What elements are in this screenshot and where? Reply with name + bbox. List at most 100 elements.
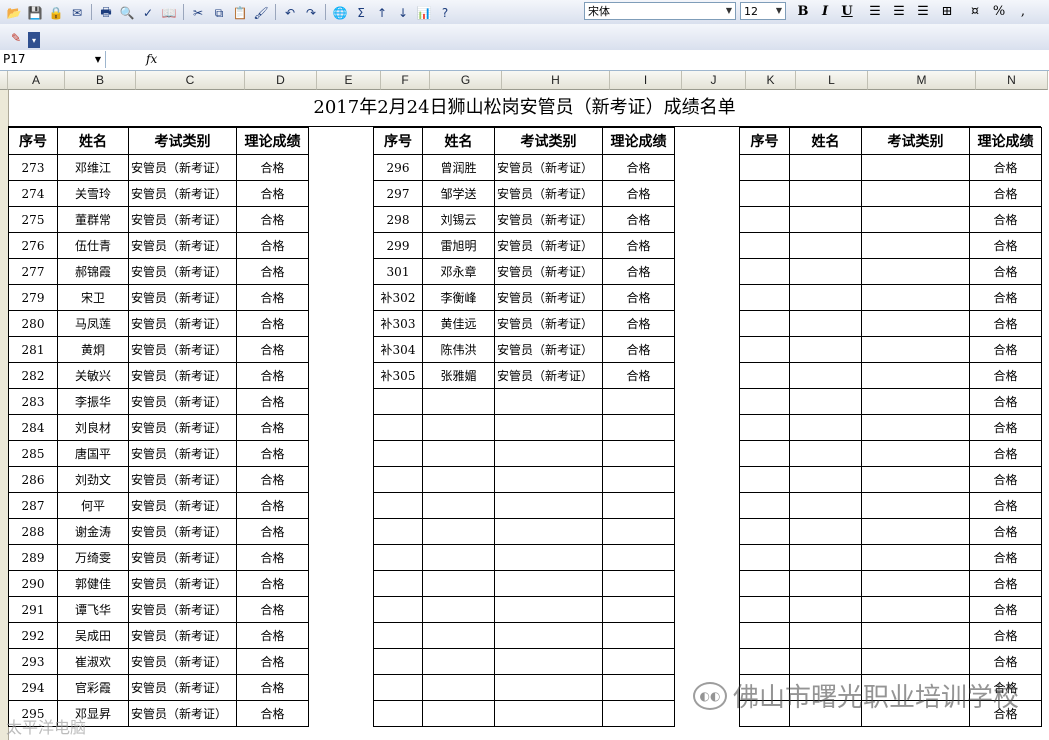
header-score[interactable]: 理论成绩: [236, 127, 309, 155]
score-cell[interactable]: 合格: [602, 310, 675, 337]
seq-cell[interactable]: 294: [8, 674, 58, 701]
seq-cell[interactable]: 298: [373, 206, 423, 233]
seq-cell[interactable]: [373, 596, 423, 623]
comma-button[interactable]: ,: [1014, 3, 1032, 21]
score-cell[interactable]: [602, 440, 675, 467]
name-cell[interactable]: [422, 466, 495, 493]
exam-type-cell[interactable]: [494, 518, 603, 545]
name-cell[interactable]: [422, 388, 495, 415]
name-cell[interactable]: [789, 336, 862, 363]
name-cell[interactable]: [422, 518, 495, 545]
align-right-icon[interactable]: ☰: [914, 3, 932, 21]
exam-type-cell[interactable]: [861, 466, 970, 493]
name-cell[interactable]: [789, 258, 862, 285]
exam-type-cell[interactable]: [494, 388, 603, 415]
exam-type-cell[interactable]: 安管员（新考证）: [494, 258, 603, 285]
exam-type-cell[interactable]: [494, 544, 603, 571]
name-cell[interactable]: 张雅媚: [422, 362, 495, 389]
header-name[interactable]: 姓名: [789, 127, 862, 155]
seq-cell[interactable]: 296: [373, 154, 423, 181]
open-folder-icon[interactable]: 📂: [4, 3, 24, 23]
seq-cell[interactable]: 289: [8, 544, 58, 571]
exam-type-cell[interactable]: [861, 518, 970, 545]
name-cell[interactable]: 董群常: [57, 206, 129, 233]
name-cell[interactable]: [422, 700, 495, 727]
score-cell[interactable]: [602, 674, 675, 701]
seq-cell[interactable]: [373, 492, 423, 519]
name-cell[interactable]: [789, 310, 862, 337]
exam-type-cell[interactable]: 安管员（新考证）: [128, 336, 237, 363]
spelling-icon[interactable]: ✓: [138, 3, 158, 23]
font-name-select[interactable]: 宋体 ▼: [584, 2, 736, 20]
seq-cell[interactable]: [739, 232, 790, 259]
score-cell[interactable]: 合格: [236, 544, 309, 571]
seq-cell[interactable]: 282: [8, 362, 58, 389]
seq-cell[interactable]: 291: [8, 596, 58, 623]
exam-type-cell[interactable]: [861, 544, 970, 571]
exam-type-cell[interactable]: [494, 648, 603, 675]
exam-type-cell[interactable]: [861, 310, 970, 337]
seq-cell[interactable]: 285: [8, 440, 58, 467]
seq-cell[interactable]: [739, 336, 790, 363]
seq-cell[interactable]: 293: [8, 648, 58, 675]
score-cell[interactable]: 合格: [969, 284, 1042, 311]
undo-icon[interactable]: ↶: [280, 3, 300, 23]
copy-icon[interactable]: ⧉: [209, 3, 229, 23]
help-icon[interactable]: ?: [435, 3, 455, 23]
exam-type-cell[interactable]: [861, 440, 970, 467]
seq-cell[interactable]: 288: [8, 518, 58, 545]
header-name[interactable]: 姓名: [422, 127, 495, 155]
column-header-d[interactable]: D: [245, 71, 317, 90]
name-cell[interactable]: [422, 544, 495, 571]
name-cell[interactable]: 邹学送: [422, 180, 495, 207]
seq-cell[interactable]: [739, 414, 790, 441]
paste-icon[interactable]: 📋: [230, 3, 250, 23]
score-cell[interactable]: 合格: [969, 336, 1042, 363]
seq-cell[interactable]: [739, 310, 790, 337]
seq-cell[interactable]: [739, 180, 790, 207]
name-cell[interactable]: 关雪玲: [57, 180, 129, 207]
name-cell[interactable]: 万绮雯: [57, 544, 129, 571]
score-cell[interactable]: 合格: [236, 674, 309, 701]
name-cell[interactable]: 陈伟洪: [422, 336, 495, 363]
align-left-icon[interactable]: ☰: [866, 3, 884, 21]
column-header-k[interactable]: K: [746, 71, 796, 90]
score-cell[interactable]: 合格: [602, 362, 675, 389]
score-cell[interactable]: [602, 648, 675, 675]
column-header-b[interactable]: B: [65, 71, 136, 90]
name-cell[interactable]: [789, 180, 862, 207]
name-cell[interactable]: [789, 544, 862, 571]
seq-cell[interactable]: [739, 518, 790, 545]
exam-type-cell[interactable]: 安管员（新考证）: [128, 544, 237, 571]
sort-ascending-icon[interactable]: ↑: [372, 3, 392, 23]
column-header-h[interactable]: H: [502, 71, 610, 90]
name-cell[interactable]: 李衡峰: [422, 284, 495, 311]
currency-icon[interactable]: ¤: [966, 3, 984, 21]
exam-type-cell[interactable]: 安管员（新考证）: [128, 570, 237, 597]
score-cell[interactable]: 合格: [969, 154, 1042, 181]
score-cell[interactable]: 合格: [236, 154, 309, 181]
chevron-down-icon[interactable]: ▼: [95, 51, 101, 68]
name-cell[interactable]: 伍仕青: [57, 232, 129, 259]
name-cell[interactable]: [422, 492, 495, 519]
name-cell[interactable]: 吴成田: [57, 622, 129, 649]
seq-cell[interactable]: [373, 700, 423, 727]
seq-cell[interactable]: 补302: [373, 284, 423, 311]
seq-cell[interactable]: 280: [8, 310, 58, 337]
score-cell[interactable]: [602, 414, 675, 441]
exam-type-cell[interactable]: [861, 414, 970, 441]
score-cell[interactable]: 合格: [969, 440, 1042, 467]
seq-cell[interactable]: 281: [8, 336, 58, 363]
seq-cell[interactable]: 297: [373, 180, 423, 207]
seq-cell[interactable]: [739, 388, 790, 415]
name-cell[interactable]: [789, 518, 862, 545]
name-cell[interactable]: [789, 284, 862, 311]
exam-type-cell[interactable]: 安管员（新考证）: [128, 674, 237, 701]
score-cell[interactable]: 合格: [236, 570, 309, 597]
score-cell[interactable]: 合格: [969, 492, 1042, 519]
column-header-f[interactable]: F: [381, 71, 430, 90]
name-cell[interactable]: 刘良材: [57, 414, 129, 441]
exam-type-cell[interactable]: [861, 492, 970, 519]
name-cell[interactable]: [789, 596, 862, 623]
score-cell[interactable]: 合格: [969, 570, 1042, 597]
